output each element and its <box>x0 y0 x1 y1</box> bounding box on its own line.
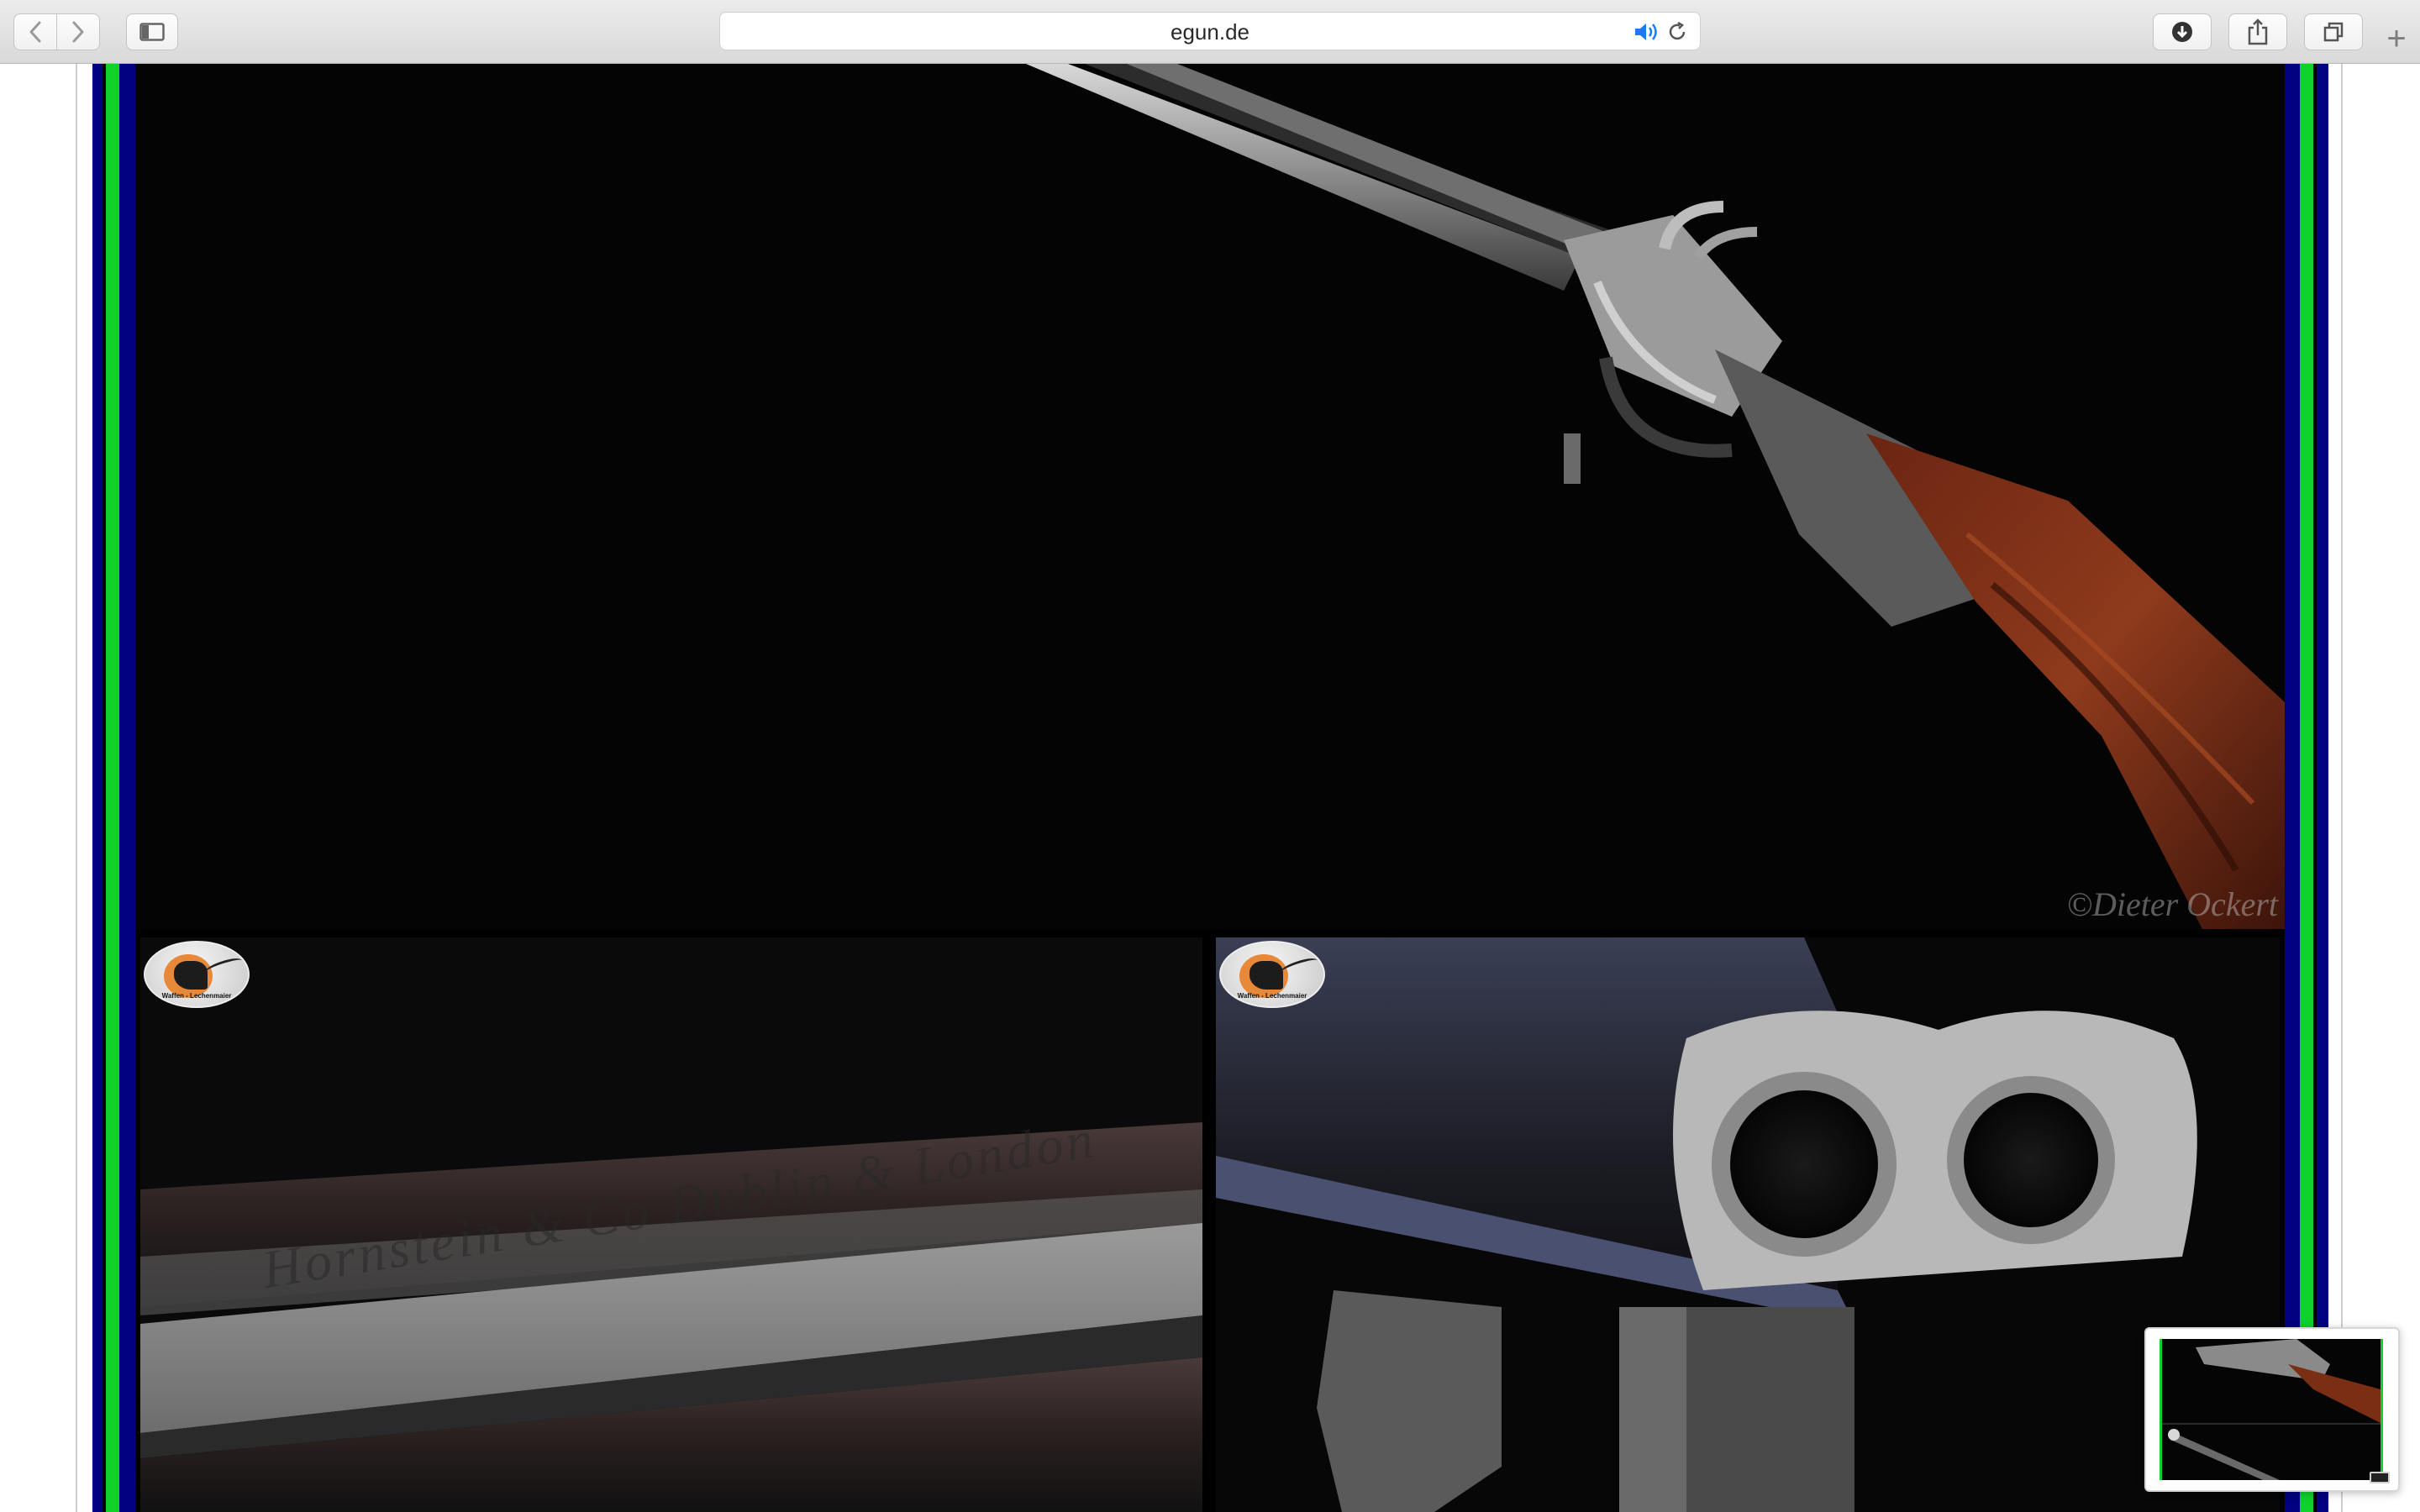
download-icon <box>2170 20 2194 44</box>
logo-figure <box>174 961 208 990</box>
logo-antler <box>203 955 244 978</box>
tab-overview-button[interactable] <box>2304 13 2363 50</box>
logo-antler <box>1279 955 1319 978</box>
photo-muzzle-closeup[interactable]: Waffen - Lechenmaier <box>1216 937 2280 1512</box>
right-edge-rule <box>2341 64 2343 1512</box>
chevron-right-icon <box>71 21 86 43</box>
downloads-button[interactable] <box>2153 13 2212 50</box>
share-icon <box>2247 18 2269 45</box>
logo-text: Waffen - Lechenmaier <box>161 992 232 1000</box>
pip-expand-icon[interactable] <box>2370 1472 2390 1483</box>
share-button[interactable] <box>2228 13 2287 50</box>
dealer-logo: Waffen - Lechenmaier <box>144 941 250 1008</box>
left-innermost-border <box>119 64 135 1512</box>
left-outer-border <box>92 64 103 1512</box>
address-bar[interactable]: egun.de <box>719 12 1701 50</box>
photo-watermark: ©Dieter Ockert <box>2066 885 2278 923</box>
left-inner-border <box>106 64 119 1512</box>
left-edge-rule <box>76 64 77 1512</box>
logo-text: Waffen - Lechenmaier <box>1237 992 1307 1000</box>
sidebar-icon <box>139 23 165 41</box>
listing-gallery: ©Dieter Ockert Hornstein & Co Dublin & L… <box>135 64 2285 1512</box>
url-text[interactable]: egun.de <box>720 13 1700 51</box>
new-tab-button[interactable]: + <box>2380 22 2413 55</box>
forward-button[interactable] <box>56 13 100 50</box>
photo-barrel-engraving[interactable]: Hornstein & Co Dublin & London Waffen - … <box>140 937 1202 1512</box>
right-inner-border <box>2300 64 2313 1512</box>
right-outer-border <box>2317 64 2328 1512</box>
pip-thumbnail <box>2160 1339 2383 1480</box>
browser-toolbar: egun.de + <box>0 0 2420 64</box>
dealer-logo-2: Waffen - Lechenmaier <box>1219 941 1325 1008</box>
tab-overview-icon <box>2323 21 2344 43</box>
speaker-icon[interactable] <box>1633 21 1660 47</box>
picture-in-picture-preview[interactable] <box>2144 1327 2400 1492</box>
reload-icon[interactable] <box>1666 21 1688 47</box>
sidebar-button[interactable] <box>126 13 178 50</box>
chevron-left-icon <box>28 21 43 43</box>
logo-figure <box>1249 961 1283 990</box>
photo-rifle-side-view[interactable]: ©Dieter Ockert <box>135 64 2285 929</box>
right-innermost-border <box>2285 64 2300 1512</box>
pip-divider <box>2162 1423 2381 1425</box>
web-page: ©Dieter Ockert Hornstein & Co Dublin & L… <box>0 64 2420 1512</box>
back-button[interactable] <box>13 13 57 50</box>
